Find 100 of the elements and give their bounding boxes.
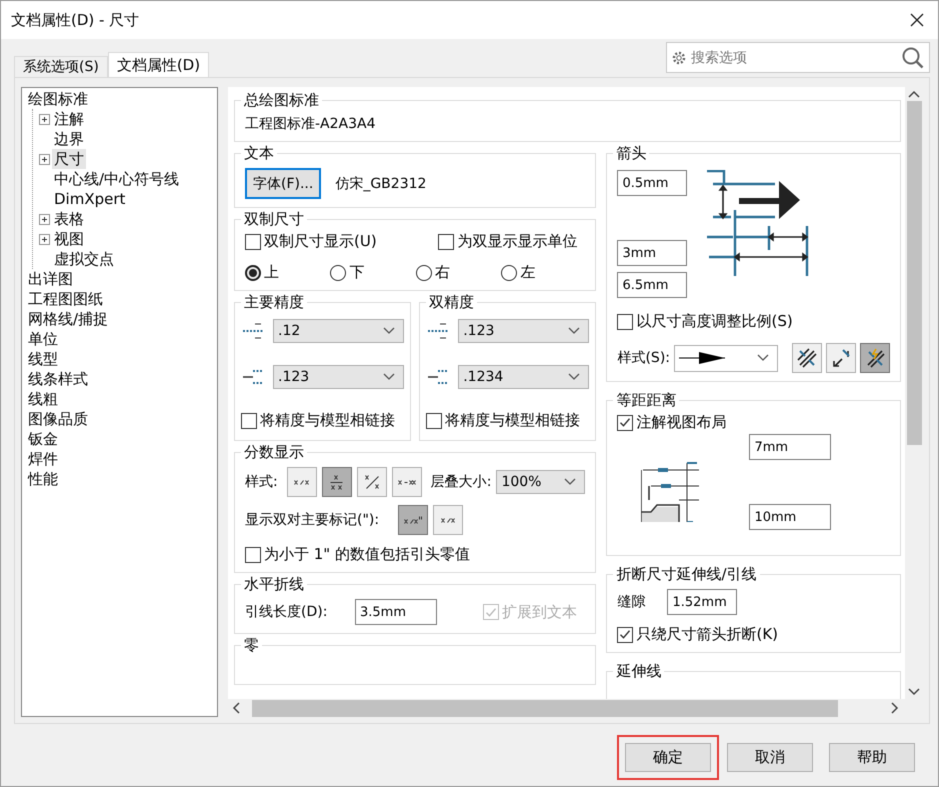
font-button[interactable]: 字体(F)... — [245, 168, 322, 199]
dropdown[interactable]: .123 — [273, 365, 404, 389]
gear-icon — [671, 50, 687, 66]
group-title: 延伸线 — [613, 662, 664, 680]
checkbox-label: 为双显示显示单位 — [457, 232, 578, 251]
fraction-style-button[interactable] — [392, 467, 422, 497]
tree-item[interactable]: 线条样式 — [26, 369, 90, 389]
arrow-placement-icon — [830, 347, 852, 369]
fraction-format-icon — [441, 518, 456, 522]
dropdown[interactable] — [674, 344, 778, 372]
tab[interactable]: 系统选项(S) — [14, 56, 108, 77]
group-title: 双制尺寸 — [241, 210, 307, 228]
radio-label: 上 — [264, 263, 279, 282]
fraction-style-button[interactable] — [322, 467, 352, 497]
tree-item[interactable]: DimXpert — [52, 189, 128, 209]
tree-item[interactable]: 视图 — [52, 229, 86, 249]
radio-button[interactable] — [501, 264, 518, 280]
checkbox[interactable] — [241, 412, 257, 428]
arrow-placement-button[interactable] — [826, 343, 856, 373]
tree-item[interactable]: 虚拟交点 — [52, 249, 116, 269]
group-title: 零 — [241, 636, 262, 654]
checkbox-label: 以尺寸高度调整比例(S) — [636, 312, 793, 331]
fraction-format-icon — [294, 480, 310, 484]
marks-label: 显示双对主要标记("): — [245, 511, 380, 529]
radio-label: 左 — [520, 263, 536, 282]
radio-label: 下 — [349, 263, 364, 282]
tree-item[interactable]: 中心线/中心符号线 — [52, 169, 182, 189]
fraction-style-button[interactable] — [356, 467, 387, 497]
search-icon[interactable] — [901, 46, 925, 70]
checkbox[interactable] — [617, 314, 634, 330]
tree-item[interactable]: 尺寸 — [52, 149, 86, 169]
chevron-down-icon — [383, 373, 396, 381]
checkbox-label: 双制尺寸显示(U) — [264, 232, 377, 251]
radio-button[interactable] — [330, 264, 346, 280]
tree-item[interactable]: 线型 — [26, 349, 60, 369]
input-field[interactable]: 10mm — [749, 504, 832, 530]
tree-item[interactable]: 工程图图纸 — [26, 289, 105, 309]
fraction-format-icon — [364, 475, 379, 489]
tree-item[interactable]: 网格线/捕捉 — [26, 309, 110, 329]
tree-item[interactable]: 绘图标准 — [26, 89, 90, 109]
input-field[interactable]: 3.5mm — [355, 599, 437, 625]
checkmark-icon — [620, 630, 630, 639]
chevron-down-icon — [568, 373, 580, 381]
dialog-button[interactable]: 确定 — [625, 743, 711, 772]
arrow-placement-button[interactable] — [860, 343, 890, 373]
mark-style-button[interactable] — [398, 505, 428, 535]
tree-item[interactable]: 边界 — [52, 129, 86, 149]
tree-item[interactable]: 表格 — [52, 209, 86, 229]
tree-item[interactable]: 钣金 — [26, 429, 60, 449]
input-field[interactable]: 0.5mm — [617, 170, 688, 196]
dropdown[interactable]: .123 — [458, 319, 590, 343]
close-icon[interactable] — [910, 13, 924, 27]
input-field[interactable]: 6.5mm — [617, 272, 688, 298]
arrow-placement-button[interactable] — [792, 343, 822, 373]
tree-item[interactable]: 性能 — [26, 469, 60, 489]
standard-name: 工程图标准-A2A3A4 — [245, 115, 377, 133]
dialog-button[interactable]: 取消 — [727, 743, 813, 772]
arrow-placement-icon — [796, 347, 818, 369]
tab[interactable]: 文档属性(D) — [108, 52, 210, 77]
input-field[interactable]: 1.52mm — [667, 589, 738, 615]
checkbox[interactable] — [617, 414, 634, 430]
dropdown[interactable]: 100% — [496, 470, 586, 494]
tree-item[interactable]: 焊件 — [26, 449, 60, 469]
checkmark-icon — [486, 608, 496, 616]
checkbox-label: 将精度与模型相链接 — [445, 411, 580, 430]
tree-item[interactable]: 单位 — [26, 329, 60, 349]
fraction-format-icon — [404, 516, 422, 524]
checkmark-icon — [620, 418, 630, 427]
checkbox[interactable] — [426, 412, 442, 428]
fraction-format-icon — [330, 474, 344, 490]
dialog-button[interactable]: 帮助 — [829, 743, 915, 772]
tree-item[interactable]: 注解 — [52, 109, 86, 129]
input-field[interactable]: 3mm — [617, 240, 688, 266]
precision-icon — [426, 321, 450, 341]
checkbox[interactable] — [438, 234, 454, 250]
fraction-format-icon — [398, 480, 416, 484]
radio-button[interactable] — [245, 264, 261, 280]
mark-style-button[interactable] — [433, 505, 464, 535]
checkbox-label: 扩展到文本 — [502, 602, 577, 622]
input-field[interactable]: 7mm — [749, 434, 832, 460]
search-field[interactable]: 搜索选项 — [666, 42, 930, 73]
expand-icon[interactable] — [39, 154, 50, 164]
radio-button[interactable] — [416, 264, 432, 280]
expand-icon[interactable] — [39, 214, 50, 224]
tree-item[interactable]: 图像品质 — [26, 409, 90, 429]
arrow-style-label: 样式(S): — [617, 349, 670, 367]
checkbox[interactable] — [245, 546, 261, 562]
checkbox[interactable] — [245, 234, 261, 250]
expand-icon[interactable] — [39, 234, 50, 244]
group-title: 箭头 — [613, 144, 650, 162]
group-title: 总绘图标准 — [241, 91, 322, 109]
tree-item[interactable]: 出详图 — [26, 269, 75, 289]
checkbox-label: 将精度与模型相链接 — [260, 411, 395, 430]
leader-length-label: 引线长度(D): — [245, 603, 328, 621]
dropdown[interactable]: .1234 — [458, 365, 590, 389]
dropdown[interactable]: .12 — [273, 319, 404, 343]
checkbox[interactable] — [617, 626, 634, 642]
tree-item[interactable]: 线粗 — [26, 389, 60, 409]
checkbox-label: 注解视图布局 — [636, 413, 726, 432]
expand-icon[interactable] — [39, 114, 50, 124]
